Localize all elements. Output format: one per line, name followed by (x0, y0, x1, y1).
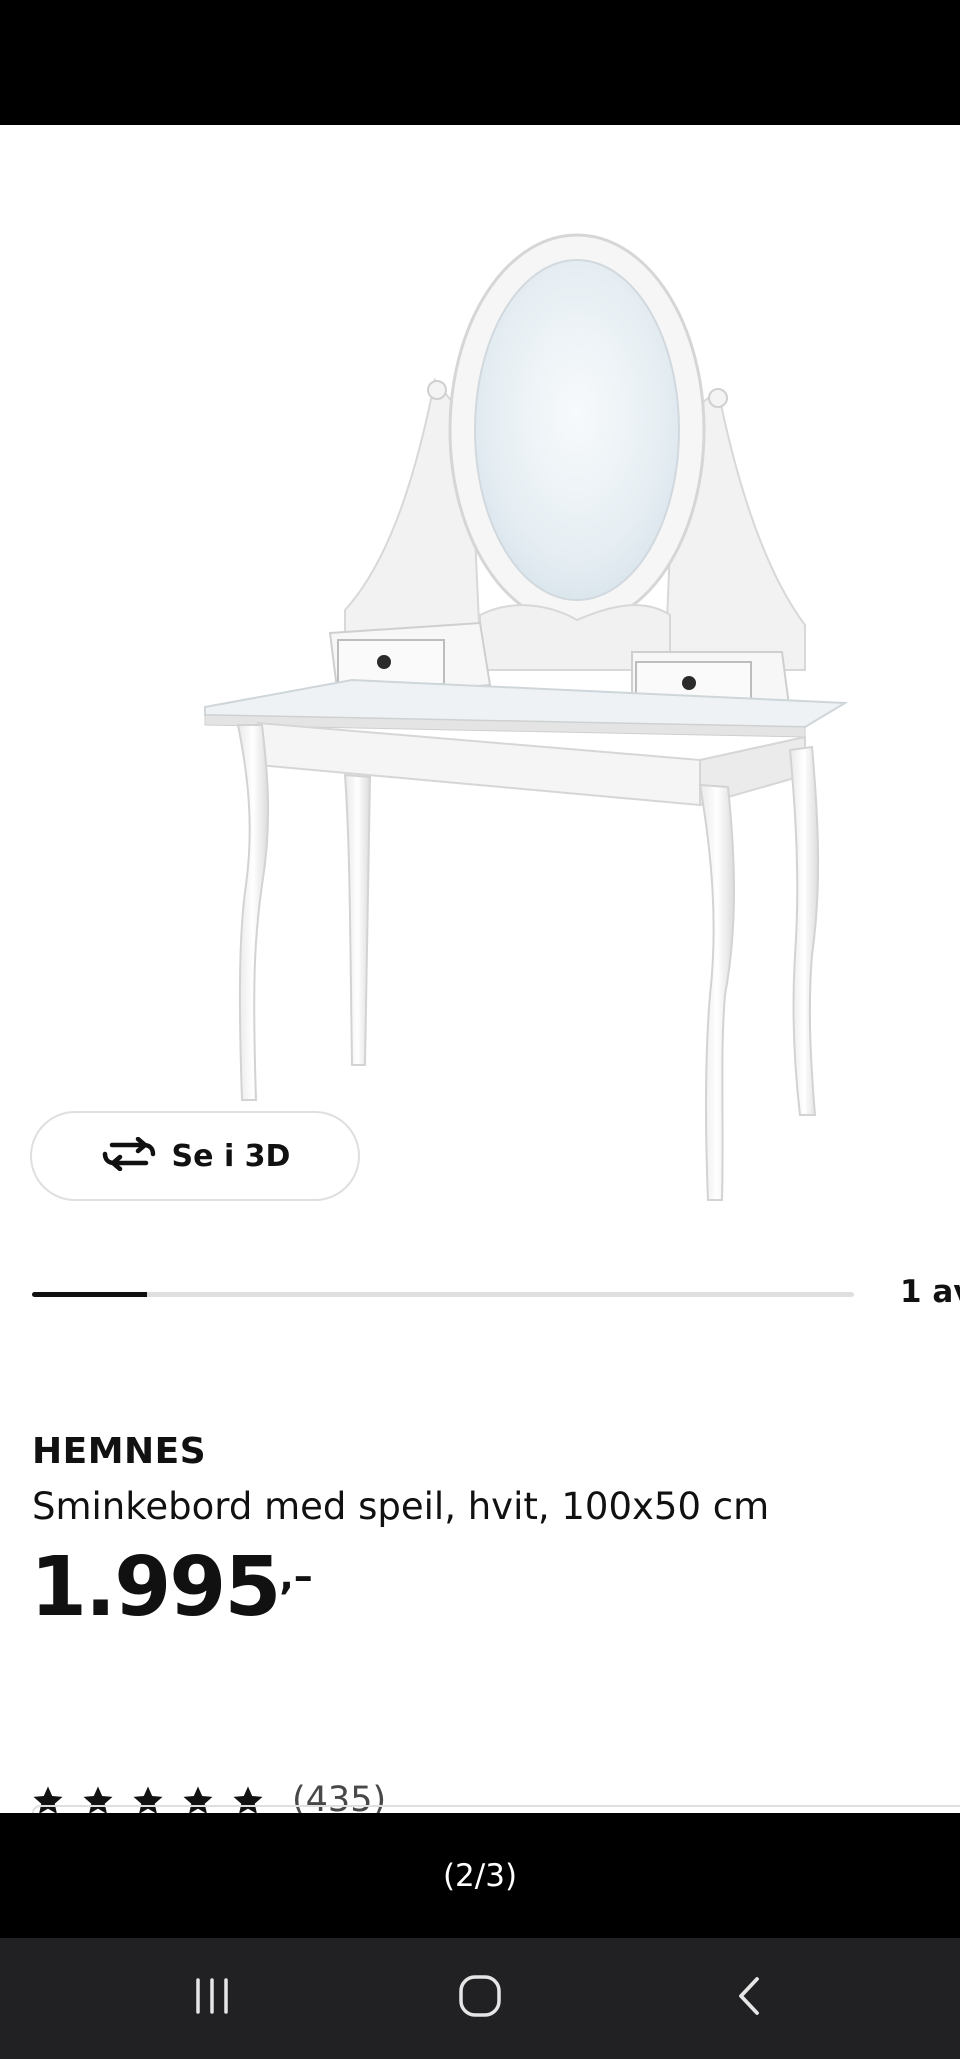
product-description: Sminkebord med speil, hvit, 100x50 cm (32, 1485, 770, 1528)
image-position-caption: (2/3) (442, 1857, 518, 1894)
product-price: 1.995,– (30, 1540, 313, 1635)
view-in-3d-label: Se i 3D (171, 1138, 291, 1174)
view-in-3d-button[interactable]: Se i 3D (30, 1111, 360, 1201)
product-page: Se i 3D 1 av HEMNES Sminkebord med speil… (0, 125, 960, 1813)
home-button[interactable] (440, 1968, 520, 2028)
home-icon (457, 1973, 503, 2024)
product-name: HEMNES (32, 1431, 207, 1472)
product-image[interactable] (0, 125, 960, 1225)
recent-apps-icon (190, 1976, 234, 2021)
price-decimal: ,– (279, 1554, 313, 1598)
section-divider (32, 1805, 960, 1813)
dressing-table-image (204, 233, 849, 1201)
system-navigation-bar (0, 1938, 960, 2059)
price-integer: 1.995 (30, 1540, 281, 1635)
image-progress-fill (32, 1292, 148, 1297)
back-button[interactable] (710, 1968, 790, 2028)
rotate-3d-icon (100, 1136, 158, 1176)
back-icon (733, 1973, 767, 2024)
image-counter: 1 av (900, 1274, 960, 1310)
viewer-caption-bar: (2/3) (0, 1813, 960, 1938)
status-bar-area (0, 0, 960, 125)
image-progress-track (32, 1292, 854, 1297)
recent-apps-button[interactable] (172, 1968, 252, 2028)
